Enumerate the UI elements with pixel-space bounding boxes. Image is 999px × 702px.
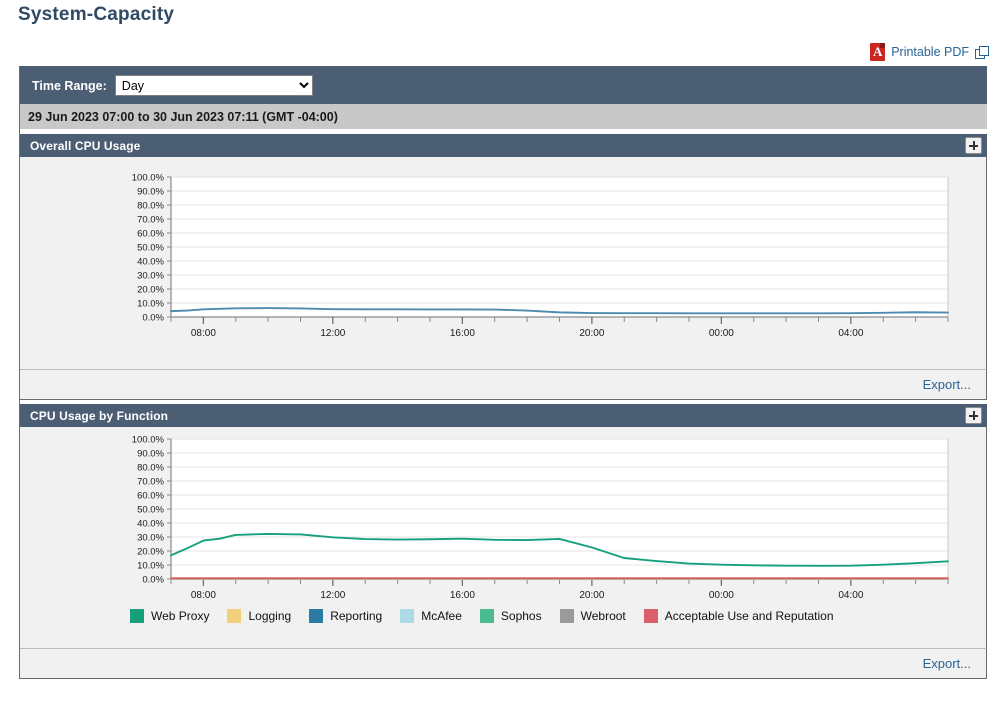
printable-pdf-row[interactable]: A Printable PDF: [870, 42, 989, 62]
panel-body-cpu-usage-by-function: 0.0% 10.0% 20.0% 30.0% 40.0% 50.0% 60.0% 70.0% 8…: [20, 427, 987, 648]
legend-label: Sophos: [500, 609, 542, 623]
pdf-icon: A: [870, 43, 886, 61]
svg-text:12:00: 12:00: [320, 328, 345, 339]
legend-swatch: [227, 609, 242, 623]
time-range-bar: Time Range: HourDayWeekMonthYearCustom R…: [20, 67, 987, 104]
svg-text:10.0%: 10.0%: [137, 299, 164, 310]
panel-footer-cpu-usage-by-function: Export...: [20, 648, 987, 679]
legend-item[interactable]: Webroot: [559, 609, 626, 623]
svg-text:70.0%: 70.0%: [137, 477, 164, 488]
chart-overall-cpu-usage-svg: 0.0% 10.0% 20.0% 30.0% 40.0% 50.0% 60.0% 70.0% 8…: [132, 173, 949, 339]
svg-text:04:00: 04:00: [838, 328, 863, 339]
svg-text:08:00: 08:00: [191, 590, 216, 601]
svg-text:80.0%: 80.0%: [137, 201, 164, 212]
panel-header-overall-cpu-usage: Overall CPU Usage: [20, 134, 987, 157]
svg-text:20:00: 20:00: [579, 328, 604, 339]
svg-text:80.0%: 80.0%: [137, 463, 164, 474]
svg-text:90.0%: 90.0%: [137, 187, 164, 198]
panel-header-cpu-usage-by-function: CPU Usage by Function: [20, 404, 987, 427]
legend-label: Logging: [248, 609, 292, 623]
date-range-text: 29 Jun 2023 07:00 to 30 Jun 2023 07:11 (…: [20, 104, 987, 130]
legend-label: Webroot: [580, 609, 626, 623]
svg-text:00:00: 00:00: [709, 328, 734, 339]
legend-swatch: [400, 609, 415, 623]
svg-text:16:00: 16:00: [450, 590, 475, 601]
svg-text:20.0%: 20.0%: [137, 547, 164, 558]
svg-text:12:00: 12:00: [320, 590, 345, 601]
panel-overall-cpu-usage: Overall CPU Usage 0.0% 10.0% 20.0% 30.0% 40.…: [20, 134, 987, 400]
panel-cpu-usage-by-function: CPU Usage by Function 0.0% 10.0% 20.0% 30.0…: [20, 404, 987, 679]
legend-label: McAfee: [421, 609, 462, 623]
svg-text:04:00: 04:00: [838, 590, 863, 601]
svg-text:70.0%: 70.0%: [137, 215, 164, 226]
panel-title: CPU Usage by Function: [30, 408, 169, 423]
panel-title: Overall CPU Usage: [30, 138, 141, 153]
legend-swatch: [309, 609, 324, 623]
pdf-glyph: A: [872, 44, 883, 59]
legend-swatch: [479, 609, 494, 623]
legend-label: Web Proxy: [151, 609, 210, 623]
svg-text:60.0%: 60.0%: [137, 491, 164, 502]
chart-legend: Web Proxy Logging Reporting McAfee Sophos Web…: [130, 609, 834, 623]
legend-swatch: [643, 609, 658, 623]
legend-item[interactable]: Web Proxy: [130, 609, 209, 623]
svg-text:08:00: 08:00: [191, 328, 216, 339]
time-range-label: Time Range:: [32, 78, 107, 93]
export-link[interactable]: Export...: [923, 656, 971, 671]
svg-text:30.0%: 30.0%: [137, 533, 164, 544]
svg-text:50.0%: 50.0%: [137, 505, 164, 516]
svg-text:0.0%: 0.0%: [142, 313, 164, 324]
panel-body-overall-cpu-usage: 0.0% 10.0% 20.0% 30.0% 40.0% 50.0% 60.0% 70.0% 8…: [20, 157, 987, 369]
legend-label: Acceptable Use and Reputation: [664, 609, 834, 623]
external-window-icon[interactable]: [975, 46, 989, 59]
svg-text:20.0%: 20.0%: [137, 285, 164, 296]
report-frame: Time Range: HourDayWeekMonthYearCustom R…: [19, 66, 987, 679]
svg-text:60.0%: 60.0%: [137, 229, 164, 240]
svg-text:16:00: 16:00: [450, 328, 475, 339]
panel-footer-overall-cpu-usage: Export...: [20, 369, 987, 400]
legend-label: Reporting: [330, 609, 383, 623]
chart-cpu-usage-by-function: 0.0% 10.0% 20.0% 30.0% 40.0% 50.0% 60.0% 70.0% 8…: [20, 427, 986, 623]
legend-swatch: [559, 609, 574, 623]
svg-text:50.0%: 50.0%: [137, 243, 164, 254]
svg-text:100.0%: 100.0%: [132, 173, 165, 184]
export-link[interactable]: Export...: [923, 377, 971, 392]
svg-text:0.0%: 0.0%: [142, 575, 164, 586]
plus-icon[interactable]: [965, 137, 982, 154]
chart-overall-cpu-usage: 0.0% 10.0% 20.0% 30.0% 40.0% 50.0% 60.0% 70.0% 8…: [20, 157, 986, 369]
legend-swatch: [130, 609, 144, 623]
time-range-select[interactable]: HourDayWeekMonthYearCustom Range...: [114, 75, 313, 96]
legend-item[interactable]: Logging: [227, 609, 291, 623]
legend-item[interactable]: Sophos: [479, 609, 542, 623]
plus-icon[interactable]: [965, 407, 982, 424]
legend-item[interactable]: Acceptable Use and Reputation: [643, 609, 834, 623]
printable-pdf-link[interactable]: Printable PDF: [891, 45, 969, 59]
svg-text:100.0%: 100.0%: [132, 435, 165, 446]
svg-text:00:00: 00:00: [709, 590, 734, 601]
svg-text:90.0%: 90.0%: [137, 449, 164, 460]
svg-text:30.0%: 30.0%: [137, 271, 164, 282]
system-capacity-page: System-Capacity A Printable PDF Time Ran…: [0, 0, 999, 702]
legend-item[interactable]: McAfee: [400, 609, 462, 623]
svg-text:40.0%: 40.0%: [137, 257, 164, 268]
legend-item[interactable]: Reporting: [309, 609, 382, 623]
chart-cpu-usage-by-function-svg: 0.0% 10.0% 20.0% 30.0% 40.0% 50.0% 60.0% 70.0% 8…: [132, 435, 949, 601]
page-title: System-Capacity: [18, 4, 175, 25]
svg-text:40.0%: 40.0%: [137, 519, 164, 530]
svg-text:10.0%: 10.0%: [137, 561, 164, 572]
svg-text:20:00: 20:00: [579, 590, 604, 601]
